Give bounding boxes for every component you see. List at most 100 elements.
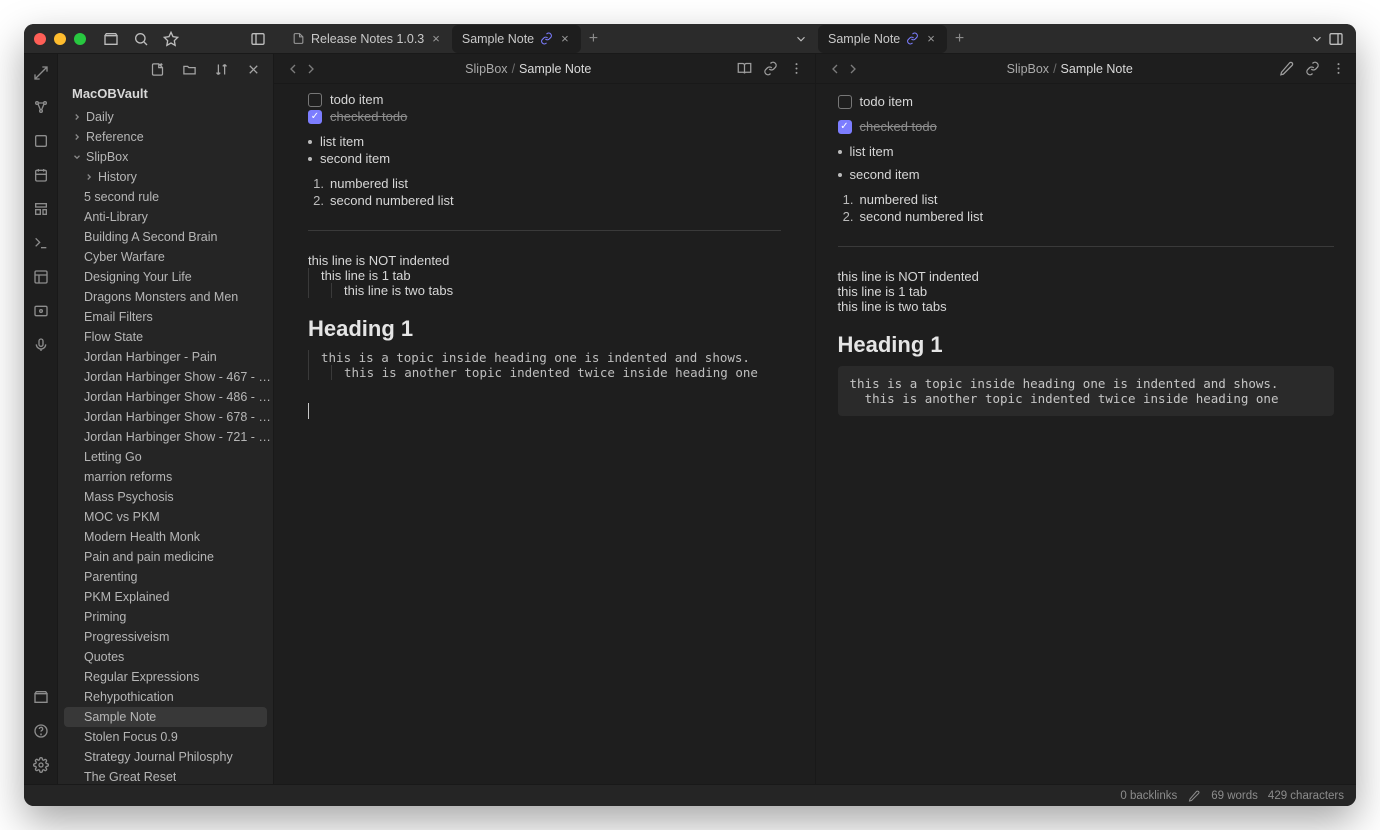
editor-content[interactable]: todo item checked todo list item second … xyxy=(274,84,815,784)
quick-switcher-icon[interactable] xyxy=(32,64,50,82)
file-item[interactable]: Anti-Library xyxy=(58,207,273,227)
close-tab-icon[interactable]: × xyxy=(559,31,571,46)
link-pane-icon[interactable] xyxy=(763,61,779,77)
chevron-right-icon[interactable] xyxy=(72,112,82,122)
backlinks-count[interactable]: 0 backlinks xyxy=(1120,790,1177,802)
command-icon[interactable] xyxy=(32,234,50,252)
file-item[interactable]: Quotes xyxy=(58,647,273,667)
tab[interactable]: Sample Note × xyxy=(818,25,947,53)
breadcrumb[interactable]: SlipBox/Sample Note xyxy=(320,62,737,76)
star-icon[interactable] xyxy=(162,30,180,48)
file-item[interactable]: Building A Second Brain xyxy=(58,227,273,247)
file-item[interactable]: Parenting xyxy=(58,567,273,587)
file-item[interactable]: Priming xyxy=(58,607,273,627)
help-icon[interactable] xyxy=(32,722,50,740)
more-icon[interactable] xyxy=(1330,61,1346,77)
file-item[interactable]: Designing Your Life xyxy=(58,267,273,287)
file-item[interactable]: Sample Note xyxy=(64,707,267,727)
tab-dropdown-right-icon[interactable] xyxy=(1308,30,1326,48)
canvas-icon[interactable] xyxy=(32,132,50,150)
file-item[interactable]: Rehypothication xyxy=(58,687,273,707)
settings-icon[interactable] xyxy=(32,756,50,774)
file-item[interactable]: Jordan Harbinger - Pain xyxy=(58,347,273,367)
file-item[interactable]: Stolen Focus 0.9 xyxy=(58,727,273,747)
file-item[interactable]: Progressiveism xyxy=(58,627,273,647)
file-item[interactable]: Jordan Harbinger Show - 467 - Extra... xyxy=(58,367,273,387)
sort-icon[interactable] xyxy=(213,61,229,77)
folder-item[interactable]: Reference xyxy=(58,127,273,147)
char-count[interactable]: 429 characters xyxy=(1268,790,1344,802)
file-item[interactable]: Cyber Warfare xyxy=(58,247,273,267)
templates-icon[interactable] xyxy=(32,200,50,218)
preview-content[interactable]: todo item checked todo list item second … xyxy=(816,84,1357,784)
link-pane-icon[interactable] xyxy=(1304,61,1320,77)
file-item[interactable]: Letting Go xyxy=(58,447,273,467)
close-tab-icon[interactable]: × xyxy=(430,31,442,46)
vault-icon[interactable] xyxy=(102,30,120,48)
new-folder-icon[interactable] xyxy=(181,61,197,77)
file-item[interactable]: Flow State xyxy=(58,327,273,347)
tab-title: Sample Note xyxy=(828,32,900,46)
new-note-icon[interactable] xyxy=(149,61,165,77)
file-item[interactable]: The Great Reset xyxy=(58,767,273,784)
folder-item[interactable]: SlipBox xyxy=(58,147,273,167)
checkbox-icon[interactable] xyxy=(308,93,322,107)
file-item[interactable]: Jordan Harbinger Show - 721 - Buildi... xyxy=(58,427,273,447)
daily-note-icon[interactable] xyxy=(32,166,50,184)
file-item[interactable]: Regular Expressions xyxy=(58,667,273,687)
maximize-window-button[interactable] xyxy=(74,33,86,45)
checkbox-icon[interactable] xyxy=(838,95,852,109)
close-tab-icon[interactable]: × xyxy=(925,31,937,46)
mic-icon[interactable] xyxy=(32,336,50,354)
horizontal-rule xyxy=(838,246,1335,247)
chevron-right-icon[interactable] xyxy=(84,172,94,182)
vault-name[interactable]: MacOBVault xyxy=(58,84,273,107)
file-item[interactable]: Pain and pain medicine xyxy=(58,547,273,567)
checkbox-checked-icon[interactable] xyxy=(308,110,322,124)
file-item[interactable]: Dragons Monsters and Men xyxy=(58,287,273,307)
chevron-right-icon[interactable] xyxy=(72,132,82,142)
nav-back-icon[interactable] xyxy=(826,60,844,78)
edit-view-icon[interactable] xyxy=(1278,61,1294,77)
record-icon[interactable] xyxy=(32,302,50,320)
tab[interactable]: Release Notes 1.0.3× xyxy=(282,25,452,53)
minimize-window-button[interactable] xyxy=(54,33,66,45)
tab[interactable]: Sample Note× xyxy=(452,25,581,53)
search-icon[interactable] xyxy=(132,30,150,48)
breadcrumb[interactable]: SlipBox/Sample Note xyxy=(862,62,1279,76)
file-item[interactable]: Modern Health Monk xyxy=(58,527,273,547)
file-item[interactable]: PKM Explained xyxy=(58,587,273,607)
checkbox-checked-icon[interactable] xyxy=(838,120,852,134)
new-tab-right-button[interactable]: + xyxy=(947,30,972,48)
file-item[interactable]: Jordan Harbinger Show - 678 - Nego... xyxy=(58,407,273,427)
bullet-icon xyxy=(838,173,842,177)
file-item[interactable]: 5 second rule xyxy=(58,187,273,207)
collapse-icon[interactable] xyxy=(245,61,261,77)
list-item: list item xyxy=(320,134,364,149)
nav-forward-icon[interactable] xyxy=(302,60,320,78)
another-vault-icon[interactable] xyxy=(32,688,50,706)
folder-item[interactable]: Daily xyxy=(58,107,273,127)
file-item[interactable]: Email Filters xyxy=(58,307,273,327)
slides-icon[interactable] xyxy=(32,268,50,286)
reading-view-icon[interactable] xyxy=(737,61,753,77)
nav-back-icon[interactable] xyxy=(284,60,302,78)
new-tab-button[interactable]: + xyxy=(581,30,606,48)
linked-icon xyxy=(540,32,553,45)
more-icon[interactable] xyxy=(789,61,805,77)
nav-forward-icon[interactable] xyxy=(844,60,862,78)
close-window-button[interactable] xyxy=(34,33,46,45)
edit-status-icon[interactable] xyxy=(1187,789,1201,803)
folder-item[interactable]: History xyxy=(58,167,273,187)
file-item[interactable]: Strategy Journal Philosphy xyxy=(58,747,273,767)
file-item[interactable]: Mass Psychosis xyxy=(58,487,273,507)
chevron-down-icon[interactable] xyxy=(72,152,82,162)
graph-icon[interactable] xyxy=(32,98,50,116)
file-item[interactable]: Jordan Harbinger Show - 486 - Deep... xyxy=(58,387,273,407)
file-item[interactable]: marrion reforms xyxy=(58,467,273,487)
left-panel-toggle-icon[interactable] xyxy=(248,29,268,49)
right-panel-toggle-icon[interactable] xyxy=(1326,29,1346,49)
file-item[interactable]: MOC vs PKM xyxy=(58,507,273,527)
word-count[interactable]: 69 words xyxy=(1211,790,1258,802)
tab-dropdown-icon[interactable] xyxy=(792,30,810,48)
